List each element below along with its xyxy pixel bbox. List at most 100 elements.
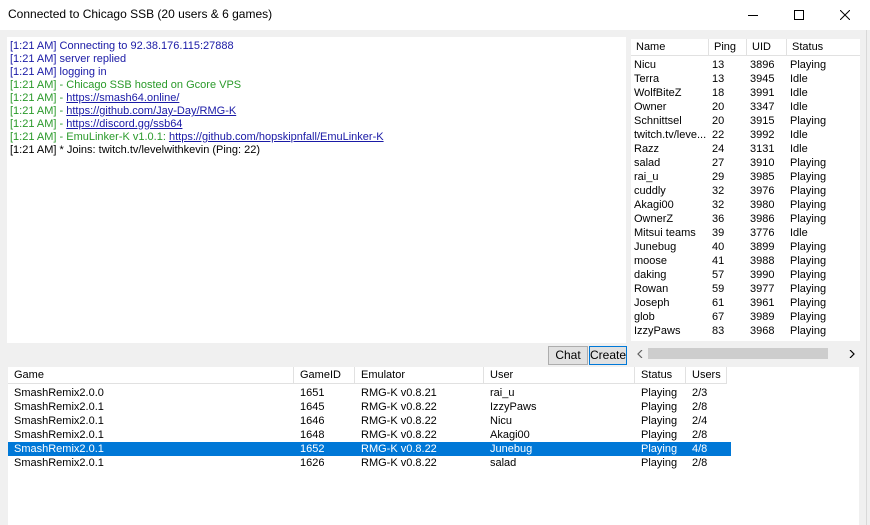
user-list[interactable]: Name Ping UID Status Nicu 13 3896 Playing Te… (631, 39, 860, 341)
game-emulator: RMG-K v0.8.22 (361, 401, 437, 413)
game-user: salad (490, 457, 517, 469)
user-row[interactable]: Owner 20 3347 Idle (631, 100, 860, 114)
game-status: Playing (641, 443, 678, 455)
chat-text: [1:21 AM] - EmuLinker-K v1.0.1: (10, 131, 169, 143)
user-ping: 59 (712, 283, 725, 295)
chat-text: [1:21 AM] server replied (10, 53, 127, 65)
column-header-users[interactable]: Users (686, 367, 727, 384)
close-button[interactable] (822, 0, 868, 30)
game-row[interactable]: SmashRemix2.0.1 1646 RMG-K v0.8.22 Nicu Play… (8, 414, 731, 428)
user-row[interactable]: Akagi00 32 3980 Playing (631, 198, 860, 212)
chat-link[interactable]: https://smash64.online/ (66, 92, 179, 104)
column-header-status[interactable]: Status (635, 367, 686, 384)
user-row[interactable]: Schnittsel 20 3915 Playing (631, 114, 860, 128)
user-row[interactable]: OwnerZ 36 3986 Playing (631, 212, 860, 226)
column-header-game[interactable]: Game (8, 367, 294, 384)
user-row[interactable]: daking 57 3990 Playing (631, 268, 860, 282)
column-header-gameid[interactable]: GameID (294, 367, 355, 384)
user-name: Rowan (634, 283, 669, 295)
chat-text: [1:21 AM] - Chicago SSB hosted on Gcore … (10, 79, 242, 91)
user-row[interactable]: salad 27 3910 Playing (631, 156, 860, 170)
scroll-right-button[interactable] (843, 345, 860, 362)
user-row[interactable]: IzzyPaws 83 3968 Playing (631, 324, 860, 338)
game-row[interactable]: SmashRemix2.0.1 1645 RMG-K v0.8.22 IzzyPaws… (8, 400, 731, 414)
game-row[interactable]: SmashRemix2.0.0 1651 RMG-K v0.8.21 rai_u Pla… (8, 386, 731, 400)
user-row[interactable]: Mitsui teams 39 3776 Idle (631, 226, 860, 240)
user-status: Idle (790, 129, 808, 141)
user-status: Playing (790, 185, 827, 197)
minimize-icon (748, 15, 758, 16)
scroll-left-button[interactable] (631, 345, 648, 362)
user-row[interactable]: glob 67 3989 Playing (631, 310, 860, 324)
window-title: Connected to Chicago SSB (20 users & 6 g… (8, 7, 273, 21)
user-name: glob (634, 311, 655, 323)
chat-link[interactable]: https://github.com/hopskipnfall/EmuLinke… (169, 131, 384, 143)
chat-button[interactable]: Chat (548, 346, 588, 365)
scroll-thumb[interactable] (648, 348, 828, 359)
user-ping: 57 (712, 269, 725, 281)
chat-line: [1:21 AM] * Joins: twitch.tv/levelwithke… (10, 144, 623, 157)
user-row[interactable]: twitch.tv/leve... 22 3992 Idle (631, 128, 860, 142)
column-header-user[interactable]: User (484, 367, 635, 384)
user-ping: 24 (712, 143, 725, 155)
user-row[interactable]: rai_u 29 3985 Playing (631, 170, 860, 184)
user-ping: 13 (712, 73, 725, 85)
user-row[interactable]: Junebug 40 3899 Playing (631, 240, 860, 254)
chevron-right-icon (849, 349, 855, 358)
user-list-scrollbar[interactable] (631, 345, 860, 362)
game-gameid: 1645 (300, 401, 325, 413)
user-row[interactable]: Rowan 59 3977 Playing (631, 282, 860, 296)
chat-line: [1:21 AM] - EmuLinker-K v1.0.1: https://… (10, 131, 623, 144)
chat-line: [1:21 AM] - https://github.com/Jay-Day/R… (10, 105, 623, 118)
user-row[interactable]: Nicu 13 3896 Playing (631, 58, 860, 72)
user-ping: 39 (712, 227, 725, 239)
chat-text: [1:21 AM] - (10, 92, 67, 104)
user-status: Playing (790, 283, 827, 295)
user-row[interactable]: Razz 24 3131 Idle (631, 142, 860, 156)
column-header-emulator[interactable]: Emulator (355, 367, 484, 384)
user-row[interactable]: WolfBiteZ 18 3991 Idle (631, 86, 860, 100)
user-row[interactable]: moose 41 3988 Playing (631, 254, 860, 268)
create-button[interactable]: Create (589, 346, 627, 365)
chat-log[interactable]: [1:21 AM] Connecting to 92.38.176.115:27… (7, 37, 626, 343)
game-row[interactable]: SmashRemix2.0.1 1652 RMG-K v0.8.22 Junebug P… (8, 442, 731, 456)
user-row[interactable]: Terra 13 3945 Idle (631, 72, 860, 86)
user-uid: 3910 (750, 157, 775, 169)
user-ping: 41 (712, 255, 725, 267)
game-gameid: 1646 (300, 415, 325, 427)
chat-link[interactable]: https://discord.gg/ssb64 (66, 118, 182, 130)
user-name: Joseph (634, 297, 670, 309)
user-uid: 3961 (750, 297, 775, 309)
user-ping: 40 (712, 241, 725, 253)
user-row[interactable]: cuddly 32 3976 Playing (631, 184, 860, 198)
game-user: Akagi00 (490, 429, 530, 441)
user-ping: 22 (712, 129, 725, 141)
column-header-ping[interactable]: Ping (709, 39, 747, 56)
game-row[interactable]: SmashRemix2.0.1 1626 RMG-K v0.8.22 salad Pla… (8, 456, 731, 470)
game-list[interactable]: Game GameID Emulator User Status Users S… (8, 367, 859, 525)
user-name: cuddly (634, 185, 666, 197)
column-header-name[interactable]: Name (631, 39, 709, 56)
game-user: Nicu (490, 415, 513, 427)
user-status: Playing (790, 59, 827, 71)
column-header-uid[interactable]: UID (747, 39, 787, 56)
user-list-header: Name Ping UID Status (631, 39, 860, 56)
user-uid: 3986 (750, 213, 775, 225)
game-emulator: RMG-K v0.8.22 (361, 415, 437, 427)
chat-text: [1:21 AM] - (10, 118, 67, 130)
maximize-button[interactable] (776, 0, 822, 30)
user-ping: 20 (712, 101, 725, 113)
user-ping: 29 (712, 171, 725, 183)
minimize-button[interactable] (730, 0, 776, 30)
user-row[interactable]: Joseph 61 3961 Playing (631, 296, 860, 310)
user-ping: 27 (712, 157, 725, 169)
game-game: SmashRemix2.0.0 (14, 387, 104, 399)
user-status: Playing (790, 171, 827, 183)
game-row[interactable]: SmashRemix2.0.1 1648 RMG-K v0.8.22 Akagi00 P… (8, 428, 731, 442)
chat-text: [1:21 AM] Connecting to 92.38.176.115:27… (10, 40, 234, 52)
column-header-status[interactable]: Status (787, 39, 860, 56)
user-name: salad (634, 157, 661, 169)
title-bar[interactable]: Connected to Chicago SSB (20 users & 6 g… (0, 0, 870, 30)
game-game: SmashRemix2.0.1 (14, 443, 104, 455)
chat-link[interactable]: https://github.com/Jay-Day/RMG-K (66, 105, 236, 117)
